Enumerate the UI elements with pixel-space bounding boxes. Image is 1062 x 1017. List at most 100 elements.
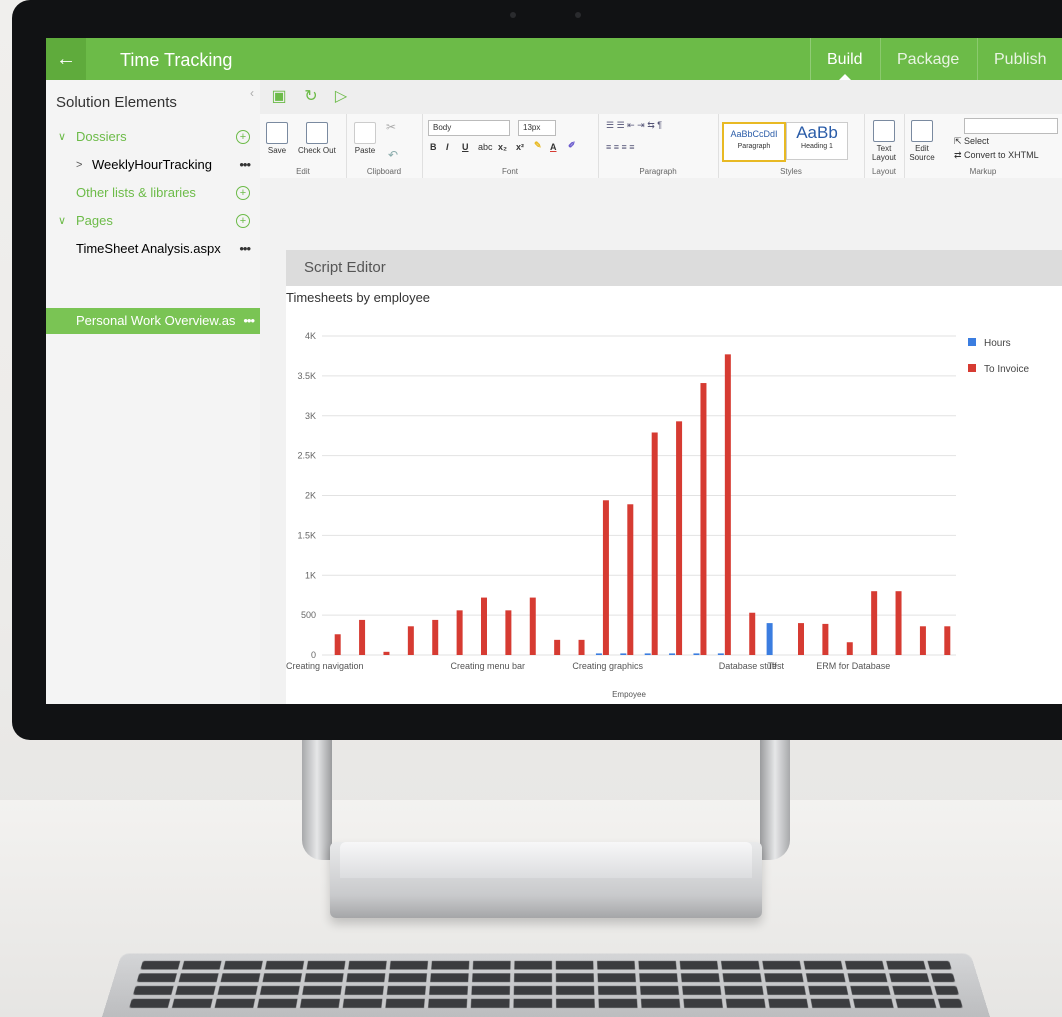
x-axis-label: Empoyee (612, 690, 646, 699)
bar-to-invoice (944, 626, 951, 655)
bar-to-invoice (676, 421, 683, 655)
subscript-button[interactable]: x₂ (498, 142, 507, 152)
tab-build[interactable]: Build (810, 38, 879, 80)
more-icon[interactable]: ••• (239, 236, 251, 262)
bar-to-invoice (578, 639, 585, 655)
style-sample: AaBb (796, 123, 838, 142)
paste-button[interactable]: Paste (354, 122, 376, 155)
bold-button[interactable]: B (430, 142, 437, 152)
sidebar-item-personal-work-overview[interactable]: Personal Work Overview.as ••• (46, 308, 260, 334)
select-button[interactable]: ⇱ Select (954, 136, 989, 147)
sidebar-section-pages[interactable]: ∨ Pages + (46, 208, 260, 234)
sidebar-item-label: Personal Work Overview.as (76, 313, 236, 328)
bar-hours (693, 653, 700, 655)
refresh-icon[interactable]: ↻ (300, 86, 322, 108)
chart-title: Timesheets by employee (286, 290, 431, 305)
ribbon: Save Check Out Edit Paste ✂ ↶ Clipboard … (260, 114, 1062, 179)
ribbon-group-layout: Text Layout Layout (864, 114, 905, 178)
bar-hours (644, 653, 651, 655)
bar-to-invoice (432, 619, 439, 655)
chevron-down-icon: ∨ (58, 215, 67, 227)
bar-to-invoice (895, 591, 902, 655)
save-button[interactable]: Save (266, 122, 288, 155)
font-size-select[interactable]: 13px (518, 120, 556, 136)
ribbon-group-styles: AaBbCcDdI Paragraph AaBb Heading 1 Style… (718, 114, 865, 178)
convert-xhtml-button[interactable]: ⇄ Convert to XHTML (954, 150, 1039, 161)
more-icon[interactable]: ••• (239, 152, 251, 178)
bar-hours (717, 653, 724, 655)
save-icon[interactable]: ▣ (268, 86, 290, 108)
align-icons[interactable]: ≡ ≡ ≡ ≡ (606, 142, 635, 152)
bar-to-invoice (481, 597, 487, 655)
app-screen: ← Time Tracking Build Package Publish ‹ … (46, 38, 1062, 704)
text-layout-button[interactable]: Text Layout (868, 120, 900, 162)
undo-icon[interactable]: ↶ (388, 148, 398, 162)
add-icon[interactable]: + (236, 214, 250, 228)
checkout-button[interactable]: Check Out (298, 122, 336, 155)
bar-to-invoice (724, 354, 731, 655)
sidebar-heading: Solution Elements (56, 94, 177, 111)
bar-to-invoice (700, 383, 707, 655)
x-tick-label: Test (768, 661, 785, 671)
font-name-select[interactable]: Body (428, 120, 510, 136)
ribbon-group-edit: Save Check Out Edit (260, 114, 347, 178)
legend-swatch (968, 364, 976, 372)
style-sample: AaBbCcDdI (730, 129, 778, 139)
y-tick-label: 2.5K (297, 451, 316, 461)
paste-icon (354, 122, 376, 144)
save-icon (266, 122, 288, 144)
cut-icon[interactable]: ✂ (386, 120, 396, 134)
legend-swatch (968, 338, 976, 346)
y-tick-label: 0 (311, 650, 316, 660)
play-icon[interactable]: ▷ (330, 86, 352, 108)
bar-to-invoice (627, 504, 634, 655)
tab-package[interactable]: Package (880, 38, 975, 80)
markup-style-select[interactable] (964, 118, 1058, 134)
clear-format-icon[interactable]: ✐ (568, 140, 576, 151)
app-header: ← Time Tracking Build Package Publish (46, 38, 1062, 80)
italic-button[interactable]: I (446, 142, 449, 152)
webpart-title: Script Editor (304, 259, 386, 276)
legend-label: To Invoice (984, 364, 1029, 375)
bar-to-invoice (651, 432, 658, 655)
bar-to-invoice (359, 619, 366, 655)
bar-hours (620, 653, 627, 655)
y-tick-label: 1.5K (297, 530, 316, 540)
ribbon-group-paragraph: ☰ ☰ ⇤ ⇥ ⇆ ¶ ≡ ≡ ≡ ≡ Paragraph (598, 114, 719, 178)
bar-to-invoice (456, 610, 463, 655)
superscript-button[interactable]: x² (516, 142, 524, 152)
style-heading-1[interactable]: AaBb Heading 1 (786, 122, 848, 160)
style-label: Heading 1 (801, 143, 833, 150)
collapse-icon[interactable]: ‹ (250, 86, 254, 100)
style-label: Paragraph (737, 143, 771, 150)
sidebar-item-label: WeeklyHourTracking (92, 157, 212, 172)
sidebar-section-dossiers[interactable]: ∨ Dossiers + (46, 124, 260, 150)
back-arrow-icon[interactable]: ← (46, 38, 86, 80)
more-icon[interactable]: ••• (243, 308, 255, 334)
highlight-icon[interactable]: ✎ (534, 140, 542, 151)
sidebar-item-timesheet-analysis[interactable]: TimeSheet Analysis.aspx ••• (46, 236, 260, 262)
ribbon-group-markup: Edit Source ⇱ Select ⇄ Convert to XHTML … (904, 114, 1062, 178)
edit-source-button[interactable]: Edit Source (908, 120, 936, 162)
bar-to-invoice (383, 651, 390, 655)
ribbon-group-clipboard: Paste ✂ ↶ Clipboard (346, 114, 423, 178)
monitor-base (330, 842, 762, 918)
style-paragraph[interactable]: AaBbCcDdI Paragraph (722, 122, 786, 162)
x-tick-label: Creating graphics (572, 661, 643, 671)
strike-button[interactable]: abc (478, 142, 493, 152)
add-icon[interactable]: + (236, 130, 250, 144)
keyboard (101, 953, 991, 1017)
underline-button[interactable]: U (462, 142, 469, 152)
chevron-right-icon: > (76, 159, 83, 171)
tab-publish[interactable]: Publish (977, 38, 1062, 80)
group-label: Clipboard (366, 167, 402, 176)
sidebar-item-weeklyhourtracking[interactable]: > WeeklyHourTracking ••• (46, 152, 260, 178)
list-icons[interactable]: ☰ ☰ ⇤ ⇥ ⇆ ¶ (606, 120, 662, 131)
x-tick-label: Creating menu bar (451, 661, 526, 671)
sidebar-section-other-lists[interactable]: Other lists & libraries + (46, 180, 260, 206)
app-title: Time Tracking (120, 50, 233, 70)
font-color-icon[interactable]: A (550, 142, 557, 152)
add-icon[interactable]: + (236, 186, 250, 200)
bar-to-invoice (554, 639, 561, 655)
y-tick-label: 4K (305, 331, 316, 341)
